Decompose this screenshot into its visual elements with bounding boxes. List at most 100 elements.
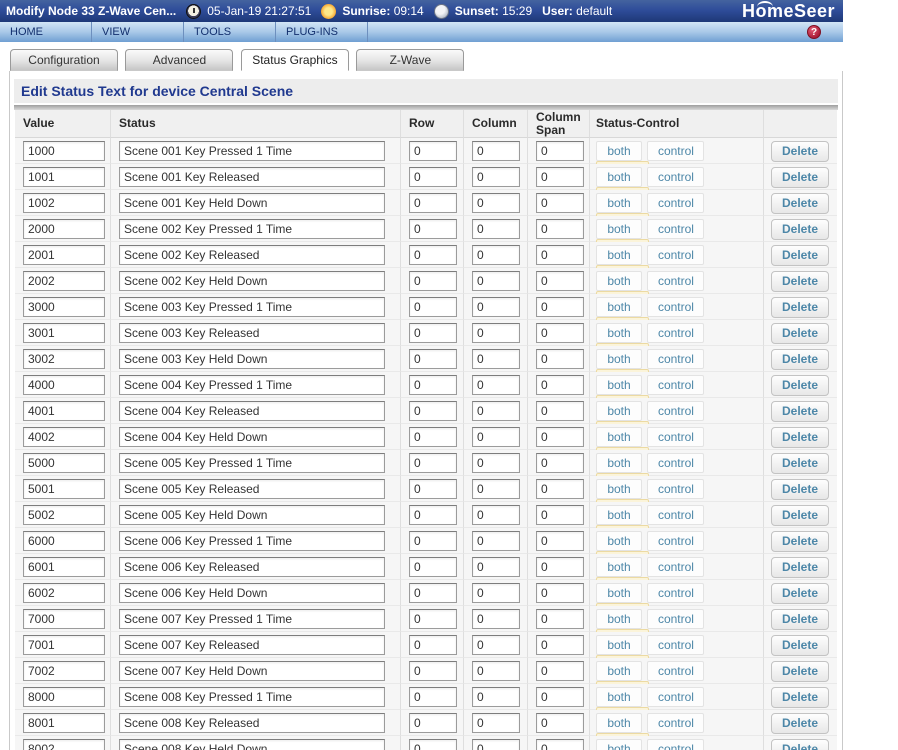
delete-button[interactable]: Delete: [771, 427, 829, 448]
column-input[interactable]: [472, 661, 520, 681]
status-text-input[interactable]: [119, 323, 385, 343]
both-button[interactable]: both: [596, 349, 642, 369]
help-icon[interactable]: ?: [807, 25, 821, 39]
delete-button[interactable]: Delete: [771, 635, 829, 656]
value-input[interactable]: [23, 453, 105, 473]
column-input[interactable]: [472, 401, 520, 421]
column-span-input[interactable]: [536, 479, 584, 499]
status-text-input[interactable]: [119, 453, 385, 473]
value-input[interactable]: [23, 245, 105, 265]
delete-button[interactable]: Delete: [771, 531, 829, 552]
delete-button[interactable]: Delete: [771, 739, 829, 750]
column-input[interactable]: [472, 609, 520, 629]
control-button[interactable]: control: [647, 141, 705, 161]
column-span-input[interactable]: [536, 141, 584, 161]
both-button[interactable]: both: [596, 609, 642, 629]
column-span-input[interactable]: [536, 739, 584, 750]
row-input[interactable]: [409, 297, 457, 317]
column-input[interactable]: [472, 375, 520, 395]
both-button[interactable]: both: [596, 193, 642, 213]
control-button[interactable]: control: [647, 219, 705, 239]
status-text-input[interactable]: [119, 635, 385, 655]
value-input[interactable]: [23, 557, 105, 577]
row-input[interactable]: [409, 401, 457, 421]
tab-advanced[interactable]: Advanced: [125, 49, 234, 71]
control-button[interactable]: control: [647, 713, 705, 733]
delete-button[interactable]: Delete: [771, 323, 829, 344]
value-input[interactable]: [23, 427, 105, 447]
column-input[interactable]: [472, 583, 520, 603]
value-input[interactable]: [23, 401, 105, 421]
control-button[interactable]: control: [647, 505, 705, 525]
column-input[interactable]: [472, 219, 520, 239]
delete-button[interactable]: Delete: [771, 557, 829, 578]
column-span-input[interactable]: [536, 271, 584, 291]
column-input[interactable]: [472, 505, 520, 525]
both-button[interactable]: both: [596, 531, 642, 551]
control-button[interactable]: control: [647, 557, 705, 577]
value-input[interactable]: [23, 323, 105, 343]
column-span-input[interactable]: [536, 219, 584, 239]
row-input[interactable]: [409, 427, 457, 447]
delete-button[interactable]: Delete: [771, 661, 829, 682]
both-button[interactable]: both: [596, 297, 642, 317]
delete-button[interactable]: Delete: [771, 479, 829, 500]
control-button[interactable]: control: [647, 583, 705, 603]
control-button[interactable]: control: [647, 479, 705, 499]
row-input[interactable]: [409, 323, 457, 343]
row-input[interactable]: [409, 453, 457, 473]
menu-item-view[interactable]: VIEW: [92, 22, 184, 42]
column-span-input[interactable]: [536, 557, 584, 577]
both-button[interactable]: both: [596, 167, 642, 187]
control-button[interactable]: control: [647, 375, 705, 395]
status-text-input[interactable]: [119, 609, 385, 629]
control-button[interactable]: control: [647, 609, 705, 629]
both-button[interactable]: both: [596, 245, 642, 265]
delete-button[interactable]: Delete: [771, 349, 829, 370]
both-button[interactable]: both: [596, 687, 642, 707]
value-input[interactable]: [23, 193, 105, 213]
value-input[interactable]: [23, 141, 105, 161]
row-input[interactable]: [409, 505, 457, 525]
control-button[interactable]: control: [647, 739, 705, 750]
column-input[interactable]: [472, 713, 520, 733]
both-button[interactable]: both: [596, 713, 642, 733]
value-input[interactable]: [23, 531, 105, 551]
both-button[interactable]: both: [596, 401, 642, 421]
column-input[interactable]: [472, 297, 520, 317]
row-input[interactable]: [409, 141, 457, 161]
row-input[interactable]: [409, 583, 457, 603]
status-text-input[interactable]: [119, 167, 385, 187]
delete-button[interactable]: Delete: [771, 687, 829, 708]
status-text-input[interactable]: [119, 661, 385, 681]
column-span-input[interactable]: [536, 635, 584, 655]
control-button[interactable]: control: [647, 323, 705, 343]
row-input[interactable]: [409, 687, 457, 707]
column-span-input[interactable]: [536, 713, 584, 733]
control-button[interactable]: control: [647, 167, 705, 187]
status-text-input[interactable]: [119, 739, 385, 750]
delete-button[interactable]: Delete: [771, 713, 829, 734]
tab-z-wave[interactable]: Z-Wave: [356, 49, 465, 71]
row-input[interactable]: [409, 219, 457, 239]
row-input[interactable]: [409, 193, 457, 213]
control-button[interactable]: control: [647, 401, 705, 421]
row-input[interactable]: [409, 557, 457, 577]
column-input[interactable]: [472, 349, 520, 369]
column-input[interactable]: [472, 427, 520, 447]
delete-button[interactable]: Delete: [771, 193, 829, 214]
both-button[interactable]: both: [596, 661, 642, 681]
value-input[interactable]: [23, 349, 105, 369]
column-input[interactable]: [472, 141, 520, 161]
delete-button[interactable]: Delete: [771, 375, 829, 396]
both-button[interactable]: both: [596, 583, 642, 603]
both-button[interactable]: both: [596, 141, 642, 161]
status-text-input[interactable]: [119, 479, 385, 499]
column-span-input[interactable]: [536, 687, 584, 707]
delete-button[interactable]: Delete: [771, 401, 829, 422]
status-text-input[interactable]: [119, 583, 385, 603]
delete-button[interactable]: Delete: [771, 167, 829, 188]
status-text-input[interactable]: [119, 271, 385, 291]
both-button[interactable]: both: [596, 375, 642, 395]
column-span-input[interactable]: [536, 583, 584, 603]
